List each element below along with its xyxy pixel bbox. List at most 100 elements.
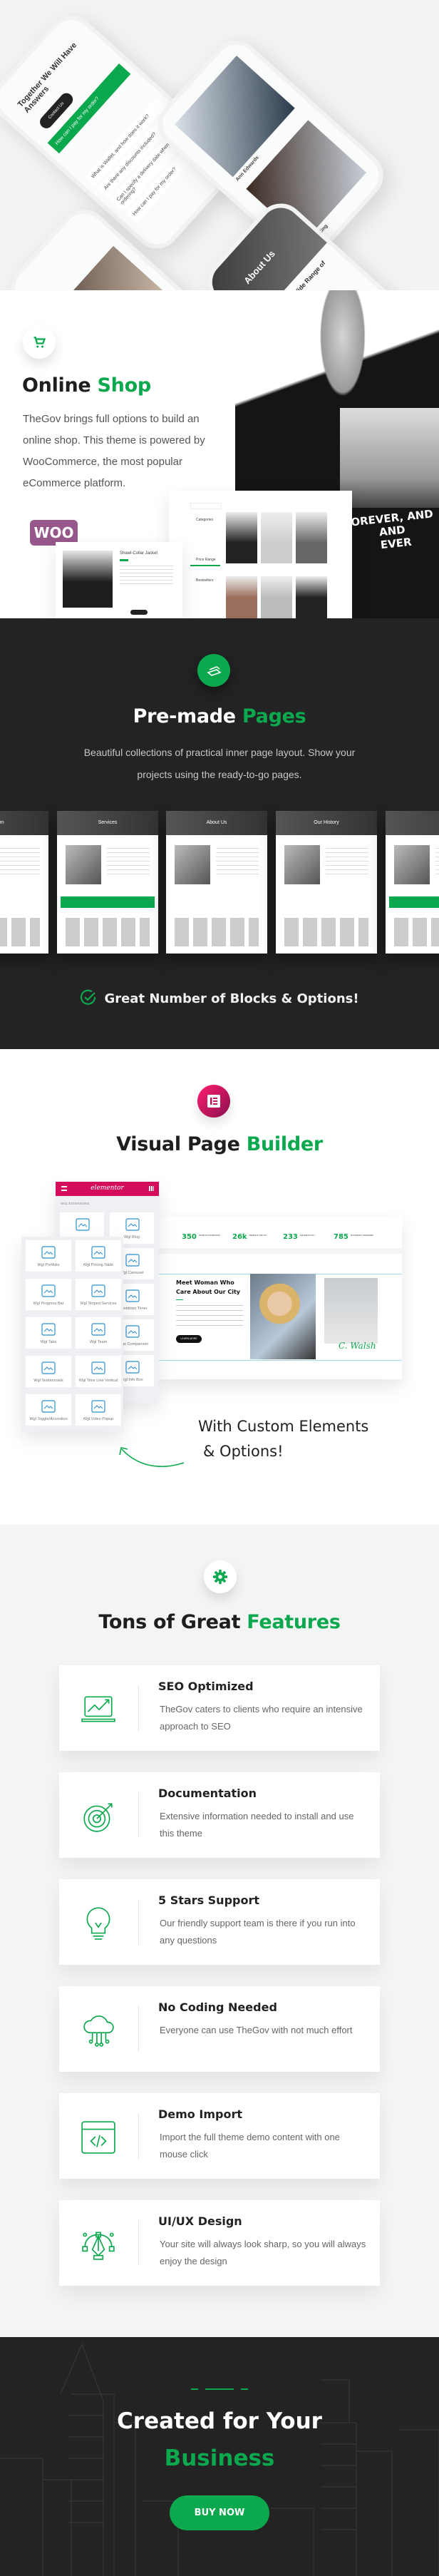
- title-main: Visual Page: [116, 1133, 240, 1155]
- feature-divider: [138, 2113, 139, 2159]
- widget-icon: [91, 1246, 105, 1259]
- widget-icon: [76, 1218, 90, 1231]
- features-section: Tons of Great Features SEO Optimized TheG…: [0, 1525, 439, 2337]
- widget-tile[interactable]: Wgl Toggle/Accordion: [25, 1394, 72, 1426]
- page-screenshot-title: [386, 811, 439, 835]
- gear-icon: [212, 1569, 228, 1585]
- widget-tile[interactable]: Wgl Video Popup: [75, 1394, 122, 1426]
- page-screenshot: Team: [0, 811, 48, 954]
- feature-title: SEO Optimized: [158, 1680, 254, 1693]
- widget-label: Wgl Toggle/Accordion: [29, 1417, 68, 1421]
- elementor-icon-badge: [197, 1085, 230, 1118]
- decorative-dashes: [191, 2388, 248, 2390]
- page-screenshot: Our History: [276, 811, 377, 954]
- widget-label: Wgl Progress Bar: [33, 1302, 64, 1306]
- pages-icon-badge: [197, 654, 230, 687]
- page-screenshot-title: About Us: [166, 811, 267, 835]
- elementor-logo: elementor: [91, 1185, 124, 1192]
- apps-grid-icon: [149, 1186, 154, 1191]
- builder-title: Visual Page Builder: [0, 1133, 439, 1155]
- feature-divider: [138, 1685, 139, 1731]
- widget-tile[interactable]: Wgl Testimonials: [25, 1355, 72, 1388]
- widget-tile[interactable]: Wgl Portfolio: [25, 1240, 72, 1272]
- phones-showcase: Together We Will Have Answers Contact Us…: [0, 0, 439, 290]
- title-accent: Shop: [97, 374, 152, 397]
- widget-icon: [125, 1218, 140, 1231]
- woman-photo: [250, 1274, 316, 1359]
- widget-tile[interactable]: Wgl Striped Services: [75, 1278, 122, 1311]
- stat-label: YEARS OF FOUNDATION: [198, 1235, 220, 1237]
- premade-title: Pre-made Pages: [0, 705, 439, 727]
- widget-tile[interactable]: Wgl Team: [75, 1317, 122, 1349]
- widget-label: Wgl Blog: [123, 1235, 140, 1240]
- stat-item: 233 SQUARE OF CITY: [283, 1230, 317, 1242]
- widget-icon: [91, 1361, 105, 1374]
- widget-icon: [91, 1323, 105, 1336]
- cart-icon-badge: [23, 326, 56, 359]
- pages-icon: [207, 666, 222, 676]
- page-screenshot: [386, 811, 439, 954]
- widget-tile[interactable]: Wgl Progress Bar: [25, 1278, 72, 1311]
- shirt-print-photo: [340, 408, 439, 508]
- feature-description: Extensive information needed to install …: [160, 1811, 354, 1839]
- feature-title: Demo Import: [158, 2107, 242, 2121]
- widget-icon: [41, 1361, 56, 1374]
- widget-tile[interactable]: Wgl Pricing Table: [75, 1240, 122, 1272]
- cta-title-line-1: Created for Your: [117, 2408, 322, 2434]
- tagline-line-2: & Options!: [203, 1443, 284, 1460]
- feature-description: Your site will always look sharp, so you…: [160, 2239, 366, 2266]
- feature-card: Demo Import Import the full theme demo co…: [59, 2093, 380, 2179]
- feature-card: UI/UX Design Your site will always look s…: [59, 2200, 380, 2286]
- preview-heading: Meet Woman Who Care About Our City: [176, 1279, 241, 1295]
- widget-icon: [41, 1246, 56, 1259]
- feature-card: Documentation Extensive information neede…: [59, 1772, 380, 1858]
- product-page-mockup: Shawl-Collar Jacket: [56, 542, 182, 618]
- feature-description: Import the full theme demo content with …: [160, 2132, 340, 2160]
- feature-description: Our friendly support team is there if yo…: [160, 1918, 356, 1946]
- stat-value: 233: [283, 1233, 298, 1241]
- widget-icon: [41, 1400, 56, 1413]
- stat-value: 785: [334, 1233, 348, 1241]
- feature-card: 5 Stars Support Our friendly support team…: [59, 1879, 380, 1965]
- features-title: Tons of Great Features: [0, 1611, 439, 1633]
- widget-label: Wgl Team: [89, 1340, 108, 1344]
- signature: C. Walsh: [339, 1341, 376, 1351]
- widget-icon: [41, 1284, 56, 1297]
- stat-label: PEOPLE IN THE CITY: [249, 1235, 267, 1237]
- widget-label: Wgl Portfolio: [37, 1263, 60, 1267]
- faq-title: Together We Will Have Answers: [16, 41, 79, 115]
- widget-icon: [125, 1325, 140, 1338]
- woo-logo-text: WOO: [33, 524, 74, 541]
- elementor-panel-front: Wgl Portfolio Wgl Pricing Table Wgl Progre…: [21, 1237, 123, 1431]
- blocks-options-line: Great Number of Blocks & Options!: [0, 989, 439, 1006]
- check-circle-icon: [81, 989, 96, 1005]
- laptop-chart-icon: [81, 1696, 115, 1722]
- shop-sidebar-heading: Price Range: [196, 558, 216, 562]
- widget-label: Wgl Info Box: [120, 1378, 143, 1382]
- code-window-icon: [81, 2121, 115, 2154]
- widget-icon: [41, 1323, 56, 1336]
- feature-card: No Coding Needed Everyone can use TheGov …: [59, 1986, 380, 2072]
- widget-icon: [125, 1361, 140, 1374]
- tagline-line-1: With Custom Elements: [198, 1418, 369, 1435]
- cta-title-line-2: Business: [164, 2445, 275, 2471]
- gear-icon-badge: [204, 1560, 237, 1593]
- widget-tile[interactable]: Wgl Time Line Vertical: [75, 1355, 122, 1388]
- feature-title: No Coding Needed: [158, 2000, 277, 2014]
- elementor-icon: [207, 1095, 220, 1108]
- curved-arrow-icon: [119, 1447, 185, 1468]
- target-icon: [83, 1803, 113, 1832]
- widget-tile[interactable]: Wgl Tabs: [25, 1317, 72, 1349]
- title-accent: Features: [247, 1611, 341, 1633]
- learn-more-button: LEARN MORE: [176, 1335, 202, 1343]
- feature-divider: [138, 1792, 139, 1838]
- online-shop-description: TheGov brings full options to build an o…: [23, 413, 205, 489]
- feature-card: SEO Optimized TheGov caters to clients wh…: [59, 1665, 380, 1751]
- feature-divider: [138, 2006, 139, 2052]
- shop-sidebar-heading: Bestsellers: [196, 578, 214, 583]
- premade-description: Beautiful collections of practical inner…: [83, 747, 356, 780]
- buy-now-button[interactable]: BUY NOW: [170, 2495, 269, 2530]
- feature-divider: [138, 1899, 139, 1945]
- feature-divider: [138, 2220, 139, 2266]
- online-shop-title: Online Shop: [22, 374, 151, 397]
